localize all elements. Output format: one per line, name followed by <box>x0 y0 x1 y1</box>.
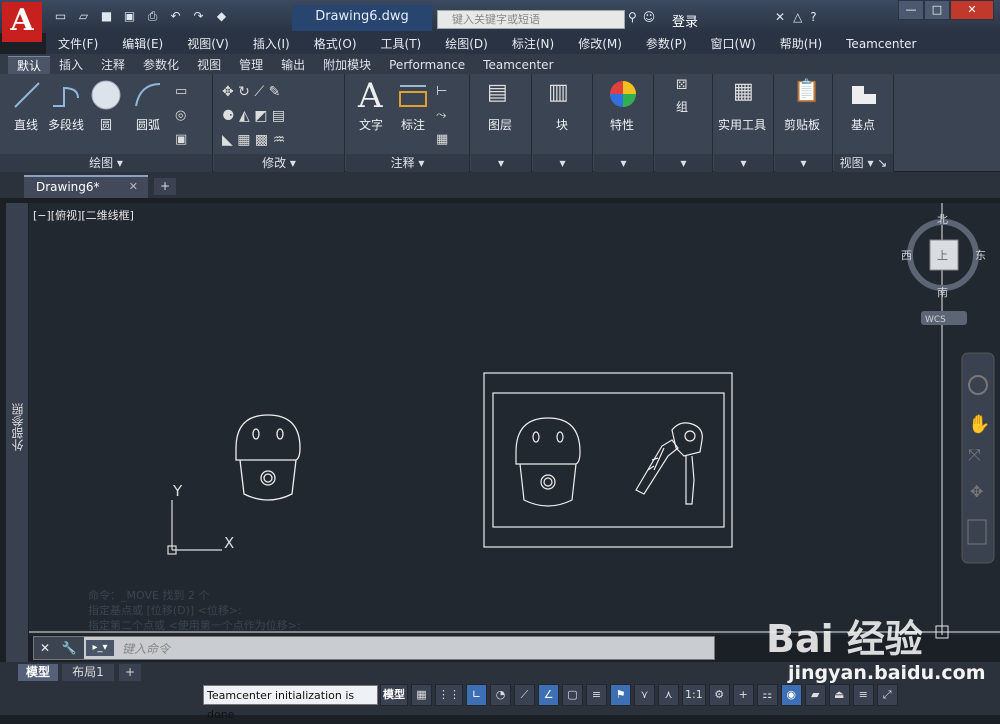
customize-icon[interactable]: 🔧 <box>62 641 77 655</box>
command-history: 命令：_MOVE 找到 2 个 指定基点或 [位移(D)] <位移>: 指定第二… <box>88 588 301 633</box>
isolate-objects-icon[interactable]: ⏏ <box>828 684 850 706</box>
baidu-watermark: Bai 经验 <box>766 617 923 661</box>
outer-frame <box>483 372 733 548</box>
command-line-tools[interactable]: ✕ 🔧 <box>34 637 84 659</box>
ortho-icon[interactable]: ∟ <box>466 684 487 706</box>
tab-layout1[interactable]: 布局1 <box>62 664 114 681</box>
viewcube-west[interactable]: 西 <box>901 249 912 262</box>
add-icon[interactable]: + <box>732 684 754 706</box>
object-snap-icon[interactable]: ▢ <box>562 684 583 706</box>
units-icon[interactable]: ⚏ <box>756 684 778 706</box>
status-message: Teamcenter initialization is done <box>203 685 378 721</box>
tab-model[interactable]: 模型 <box>18 664 58 681</box>
lineweight-icon[interactable]: ≡ <box>586 684 607 706</box>
polar-icon[interactable]: ◔ <box>490 684 511 706</box>
command-input[interactable]: 键入命令 <box>122 640 170 657</box>
ucs-y-label: Y <box>172 482 183 500</box>
ucs-icon <box>167 500 222 555</box>
command-history-line: 命令：_MOVE 找到 2 个 <box>88 589 210 602</box>
trash-can-drawing <box>235 414 301 501</box>
status-toggles: 模型 ▦ ⋮⋮ ∟ ◔ ⟋ ∠ ▢ ≡ ⚑ ⋎ ⋏ 1:1 ⚙ + ⚏ ◉ ▰ … <box>380 684 898 706</box>
snap-icon[interactable]: ⋮⋮ <box>435 684 463 706</box>
command-history-line: 指定第二个点或 <使用第一个点作为位移>: <box>88 619 301 632</box>
model-space-button[interactable]: 模型 <box>380 684 408 706</box>
viewcube-north[interactable]: 北 <box>937 213 948 226</box>
isodraft-icon[interactable]: ⟋ <box>514 684 535 706</box>
annotation-scale-button[interactable]: 1:1 <box>682 684 706 706</box>
navigation-bar[interactable]: ✋ ⤧ ✥ <box>961 352 995 564</box>
baidu-watermark-url: jingyan.baidu.com <box>788 662 986 684</box>
auto-scale-icon[interactable]: ⋏ <box>658 684 679 706</box>
recent-commands-button[interactable]: ▸_▾ <box>86 640 114 656</box>
annotation-visibility-icon[interactable]: ⋎ <box>634 684 655 706</box>
annotation-monitor-icon[interactable]: ⚑ <box>610 684 631 706</box>
svg-text:⤧: ⤧ <box>968 445 981 464</box>
viewcube-east[interactable]: 东 <box>975 249 986 262</box>
inner-frame <box>492 392 725 528</box>
object-snap-track-icon[interactable]: ∠ <box>538 684 559 706</box>
viewcube-top-face[interactable]: 上 <box>937 249 948 262</box>
svg-text:✋: ✋ <box>968 413 990 435</box>
svg-text:✥: ✥ <box>970 482 983 501</box>
add-layout-button[interactable]: + <box>119 664 141 681</box>
grid-icon[interactable]: ▦ <box>411 684 432 706</box>
workspace-switch-icon[interactable]: ⚙ <box>708 684 730 706</box>
customization-icon[interactable]: ≡ <box>852 684 874 706</box>
viewcube-south[interactable]: 南 <box>937 286 948 299</box>
ucs-x-label: X <box>224 534 234 552</box>
keys-drawing <box>635 422 703 505</box>
fullscreen-icon[interactable]: ⤢ <box>876 684 898 706</box>
command-line: ✕ 🔧 ▸_▾ 键入命令 <box>33 636 715 660</box>
quick-properties-icon[interactable]: ◉ <box>780 684 802 706</box>
framed-trash-can <box>515 417 581 507</box>
wcs-label: WCS <box>925 315 946 325</box>
graphics-performance-icon[interactable]: ▰ <box>804 684 826 706</box>
command-history-line: 指定基点或 [位移(D)] <位移>: <box>88 604 242 617</box>
